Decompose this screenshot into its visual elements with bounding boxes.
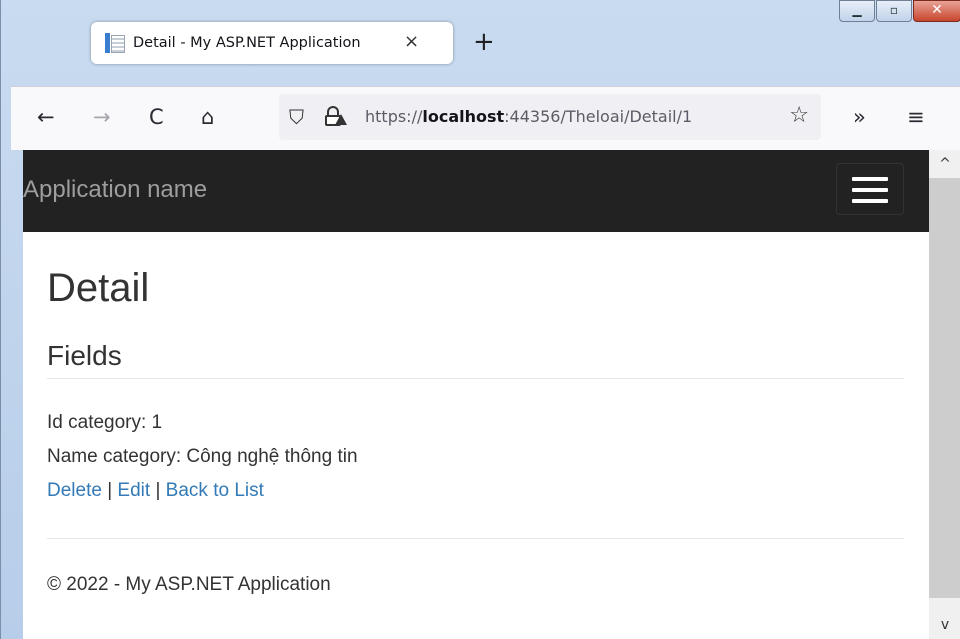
bookmark-star-icon[interactable]: ☆ xyxy=(789,103,809,128)
edit-link[interactable]: Edit xyxy=(117,480,150,501)
id-category-field: Id category: 1 xyxy=(47,412,163,433)
url-host: localhost xyxy=(422,107,505,126)
window-controls: ▁ ▫ ✕ xyxy=(838,0,960,22)
delete-link[interactable]: Delete xyxy=(47,480,102,501)
insecure-lock-icon[interactable] xyxy=(325,106,347,126)
divider xyxy=(47,538,904,539)
page-viewport: Application name Detail Fields Id catego… xyxy=(23,150,929,639)
scrollbar-thumb[interactable] xyxy=(929,178,960,598)
action-links: Delete | Edit | Back to List xyxy=(47,480,264,502)
minimize-icon: ▁ xyxy=(852,3,862,17)
url-scheme: https:// xyxy=(365,107,423,126)
address-bar[interactable]: ⛉ https://localhost:44356/Theloai/Detail… xyxy=(279,94,821,140)
forward-button[interactable]: → xyxy=(93,105,111,129)
hamburger-bar xyxy=(852,188,888,192)
tab-title: Detail - My ASP.NET Application xyxy=(133,35,361,51)
hamburger-bar xyxy=(852,199,888,203)
tab-detail[interactable]: Detail - My ASP.NET Application × xyxy=(91,22,453,64)
maximize-icon: ▫ xyxy=(889,3,899,17)
reload-button[interactable]: C xyxy=(149,105,164,129)
scroll-up-arrow-icon[interactable]: ^ xyxy=(929,150,960,178)
name-category-field: Name category: Công nghệ thông tin xyxy=(47,446,358,467)
brand-link[interactable]: Application name xyxy=(23,176,207,204)
divider xyxy=(47,378,904,379)
separator: | xyxy=(150,480,166,501)
tracking-protection-shield-icon[interactable]: ⛉ xyxy=(289,105,304,129)
site-navbar: Application name xyxy=(23,150,929,232)
back-button[interactable]: ← xyxy=(37,105,55,129)
maximize-button[interactable]: ▫ xyxy=(876,0,912,22)
close-icon: ✕ xyxy=(931,2,943,18)
home-button[interactable]: ⌂ xyxy=(201,105,214,129)
page-favicon-icon xyxy=(105,33,125,53)
overflow-menu-button[interactable]: » xyxy=(853,105,866,129)
minimize-button[interactable]: ▁ xyxy=(839,0,875,22)
hamburger-bar xyxy=(852,177,888,181)
scroll-down-arrow-icon[interactable]: v xyxy=(929,611,960,639)
tab-close-icon[interactable]: × xyxy=(404,31,419,52)
new-tab-button[interactable]: + xyxy=(473,28,495,56)
footer-text: © 2022 - My ASP.NET Application xyxy=(47,574,331,595)
url-text[interactable]: https://localhost:44356/Theloai/Detail/1 xyxy=(365,107,692,126)
separator: | xyxy=(101,480,118,501)
browser-window: Detail - My ASP.NET Application × + ▁ ▫ … xyxy=(0,0,960,639)
url-path: :44356/Theloai/Detail/1 xyxy=(504,107,693,126)
page-title: Detail xyxy=(47,266,150,310)
tab-strip: Detail - My ASP.NET Application × + ▁ ▫ … xyxy=(11,0,960,86)
vertical-scrollbar[interactable]: ^ v xyxy=(929,150,960,639)
back-to-list-link[interactable]: Back to List xyxy=(166,480,264,501)
section-title: Fields xyxy=(47,340,122,371)
navigation-toolbar: ← → C ⌂ ⛉ https://localhost:44356/Theloa… xyxy=(11,86,960,150)
close-window-button[interactable]: ✕ xyxy=(913,0,960,22)
navbar-toggle-button[interactable] xyxy=(836,163,904,215)
app-menu-button[interactable]: ≡ xyxy=(907,105,925,129)
